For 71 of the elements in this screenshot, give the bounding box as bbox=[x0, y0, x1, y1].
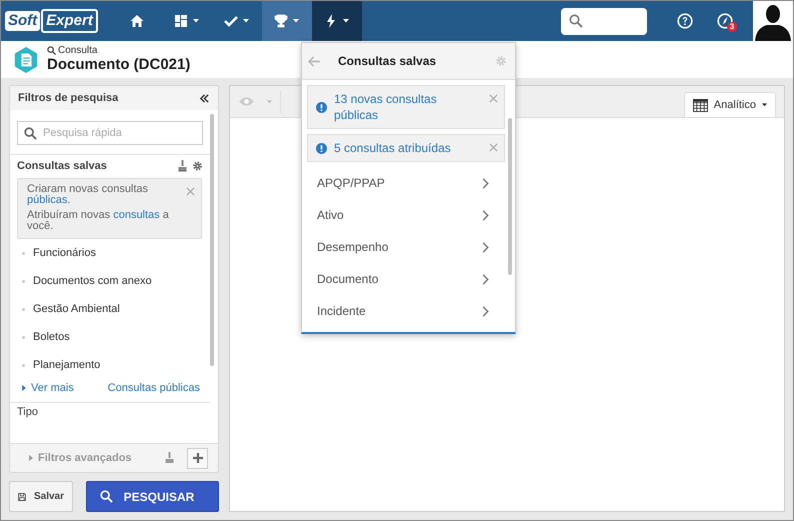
notice-text: Criaram novas consultas públicas. bbox=[27, 184, 150, 206]
category-item[interactable]: Desempenho bbox=[307, 231, 505, 263]
caret-icon bbox=[243, 19, 250, 23]
dashboard-icon bbox=[174, 14, 188, 28]
compass-icon[interactable] bbox=[717, 13, 733, 29]
chevron-right-icon bbox=[482, 242, 489, 252]
help-icon[interactable] bbox=[677, 13, 693, 29]
trophy-icon bbox=[274, 14, 288, 28]
search-icon bbox=[47, 46, 56, 55]
logo[interactable]: Soft Expert bbox=[5, 1, 98, 41]
search-icon bbox=[24, 127, 37, 140]
check-icon bbox=[224, 14, 238, 28]
caret-icon bbox=[193, 19, 200, 23]
home-icon bbox=[130, 14, 144, 28]
page-title: Documento (DC021) bbox=[47, 56, 190, 74]
notice-link[interactable]: públicas bbox=[27, 194, 68, 206]
notice-text: Atribuíram novas consultas a você. bbox=[27, 210, 170, 232]
caret-icon bbox=[762, 103, 767, 107]
see-more-link[interactable]: Ver mais bbox=[22, 382, 74, 394]
triangle-icon bbox=[29, 455, 33, 461]
saved-query-item[interactable]: Boletos bbox=[33, 331, 70, 343]
section-title: Tipo bbox=[17, 406, 38, 418]
saved-query-item[interactable]: Documentos com anexo bbox=[33, 275, 152, 287]
category-item[interactable]: Ativo bbox=[307, 199, 505, 231]
panel-title: Filtros de pesquisa bbox=[18, 92, 118, 104]
public-queries-link[interactable]: Consultas públicas bbox=[108, 382, 200, 394]
dropdown-title: Consultas salvas bbox=[338, 54, 438, 68]
caret-icon bbox=[293, 19, 300, 23]
chevron-right-icon bbox=[482, 274, 489, 284]
logo-text: Soft bbox=[5, 11, 40, 31]
floppy-disk-icon bbox=[18, 490, 26, 502]
nav-tab[interactable] bbox=[262, 1, 312, 41]
avatar-silhouette[interactable] bbox=[753, 1, 793, 41]
plus-icon bbox=[192, 452, 204, 464]
search-field[interactable] bbox=[561, 8, 647, 34]
category-item[interactable]: Documento bbox=[307, 263, 505, 295]
alert-link[interactable]: 13 novas consultas públicas bbox=[334, 91, 482, 123]
broom-icon[interactable] bbox=[177, 160, 188, 172]
view-mode-tab[interactable]: Analítico bbox=[684, 92, 776, 117]
saved-query-item[interactable]: Funcionários bbox=[33, 247, 96, 259]
document-icon bbox=[13, 46, 39, 74]
save-button[interactable]: Salvar bbox=[9, 481, 73, 512]
logo-text: Expert bbox=[41, 9, 98, 33]
scrollbar-thumb[interactable] bbox=[508, 118, 512, 275]
caret-icon bbox=[343, 19, 350, 23]
settings-icon[interactable] bbox=[192, 160, 203, 172]
broom-icon[interactable] bbox=[164, 452, 175, 464]
add-button[interactable] bbox=[187, 448, 208, 468]
scrollbar-thumb[interactable] bbox=[210, 114, 214, 366]
section-title: Consultas salvas bbox=[17, 160, 108, 172]
chevron-right-icon bbox=[482, 210, 489, 220]
grid-icon bbox=[692, 98, 708, 112]
saved-query-item[interactable]: Planejamento bbox=[33, 359, 100, 371]
notification-badge: 3 bbox=[727, 22, 737, 32]
notice-link[interactable]: consultas bbox=[113, 209, 160, 221]
alert-link[interactable]: 5 consultas atribuídas bbox=[334, 140, 482, 156]
info-icon bbox=[316, 142, 327, 154]
info-icon bbox=[316, 102, 327, 112]
saved-query-item[interactable]: Gestão Ambiental bbox=[33, 303, 120, 315]
triangle-icon bbox=[22, 385, 26, 391]
breadcrumb: Consulta bbox=[58, 45, 98, 56]
quick-search-field[interactable]: Pesquisa rápida bbox=[17, 121, 203, 145]
collapse-icon[interactable] bbox=[199, 94, 210, 102]
search-button[interactable]: PESQUISAR bbox=[86, 481, 219, 512]
search-icon bbox=[100, 490, 113, 503]
chevron-right-icon bbox=[482, 306, 489, 316]
category-item[interactable]: APQP/PPAP bbox=[307, 167, 505, 199]
nav-tab[interactable] bbox=[312, 1, 362, 41]
chevron-right-icon bbox=[482, 178, 489, 188]
search-icon bbox=[569, 14, 583, 28]
category-item[interactable]: Incidente bbox=[307, 295, 505, 327]
